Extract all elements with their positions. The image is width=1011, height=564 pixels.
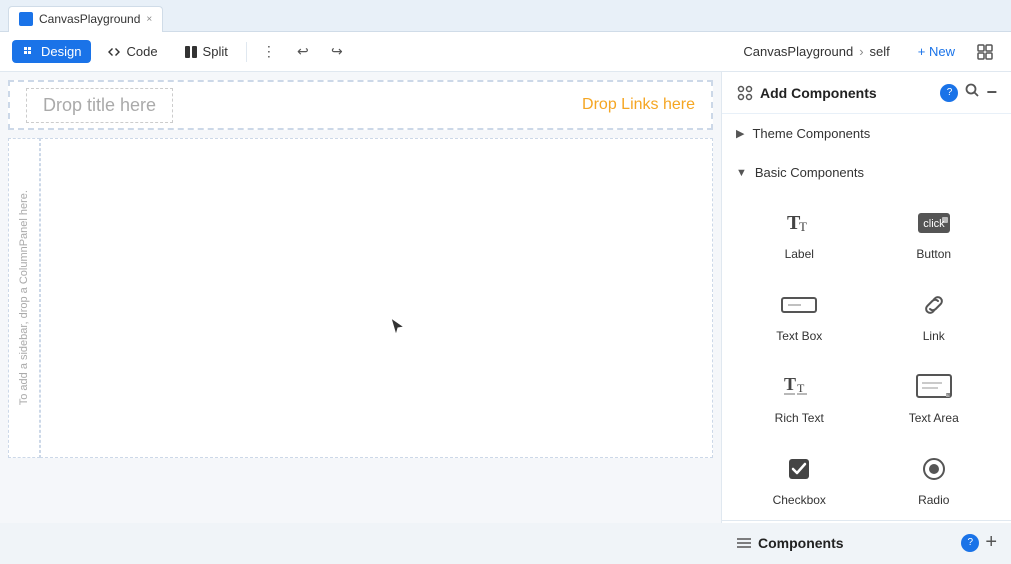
- component-textbox-item[interactable]: Text Box: [732, 274, 867, 356]
- canvas-header: Drop title here Drop Links here: [8, 80, 713, 130]
- design-icon: [22, 45, 36, 59]
- active-tab[interactable]: CanvasPlayground ×: [8, 6, 163, 32]
- textbox-icon: [777, 287, 821, 323]
- component-button-item[interactable]: click Button: [867, 192, 1002, 274]
- design-button[interactable]: Design: [12, 40, 91, 63]
- components-title: Components: [758, 535, 955, 551]
- new-button[interactable]: + New: [908, 40, 965, 63]
- add-components-title: Add Components: [760, 85, 934, 101]
- components-list-icon: [736, 535, 752, 551]
- sidebar-hint-text: To add a sidebar, drop a ColumnPanel her…: [18, 190, 30, 405]
- link-component-label: Link: [923, 329, 945, 343]
- layout-button[interactable]: [971, 38, 999, 66]
- theme-components-toggle[interactable]: ▶ Theme Components: [722, 120, 1011, 147]
- component-label-item[interactable]: T T Label: [732, 192, 867, 274]
- breadcrumb-separator: ›: [859, 44, 863, 59]
- collapse-button[interactable]: −: [986, 82, 997, 103]
- tab-close-button[interactable]: ×: [146, 14, 152, 25]
- component-checkbox-item[interactable]: Checkbox: [732, 438, 867, 520]
- button-component-label: Button: [916, 247, 951, 261]
- cursor-indicator: [390, 317, 406, 337]
- add-components-help[interactable]: ?: [940, 84, 958, 102]
- basic-components-label: Basic Components: [755, 165, 864, 180]
- tab-bar: CanvasPlayground ×: [0, 0, 1011, 32]
- canvas-body: To add a sidebar, drop a ColumnPanel her…: [8, 138, 713, 458]
- redo-button[interactable]: ↪: [323, 38, 351, 66]
- breadcrumb: CanvasPlayground › self: [743, 44, 889, 59]
- new-button-label: + New: [918, 44, 955, 59]
- main-layout: Drop title here Drop Links here To add a…: [0, 72, 1011, 523]
- textarea-component-label: Text Area: [909, 411, 959, 425]
- textbox-component-label: Text Box: [776, 329, 822, 343]
- right-panel: Add Components ? − ▶ Theme Components ▼ …: [721, 72, 1011, 523]
- breadcrumb-page: self: [870, 44, 890, 59]
- canvas-area[interactable]: Drop title here Drop Links here To add a…: [0, 72, 721, 523]
- drop-links-zone[interactable]: Drop Links here: [582, 96, 695, 114]
- theme-components-label: Theme Components: [752, 126, 870, 141]
- drop-title-zone[interactable]: Drop title here: [26, 88, 173, 123]
- component-link-item[interactable]: Link: [867, 274, 1002, 356]
- component-grid: T T Label click Button: [722, 192, 1011, 520]
- split-icon: [184, 45, 198, 59]
- undo-button[interactable]: ↩: [289, 38, 317, 66]
- theme-chevron-right-icon: ▶: [736, 127, 744, 140]
- tab-title: CanvasPlayground: [39, 12, 140, 26]
- tab-favicon: [19, 12, 33, 26]
- components-help[interactable]: ?: [961, 534, 979, 552]
- svg-text:click: click: [923, 218, 945, 230]
- layout-icon: [977, 44, 993, 60]
- svg-text:T: T: [784, 374, 796, 394]
- basic-components-toggle[interactable]: ▼ Basic Components: [722, 159, 1011, 186]
- basic-section: ▼ Basic Components: [722, 153, 1011, 192]
- code-button[interactable]: Code: [97, 40, 167, 63]
- label-component-label: Label: [785, 247, 814, 261]
- canvas-content[interactable]: [40, 138, 713, 458]
- component-radio-item[interactable]: Radio: [867, 438, 1002, 520]
- search-button[interactable]: [964, 82, 980, 103]
- component-richtext-item[interactable]: T T Rich Text: [732, 356, 867, 438]
- radio-icon: [912, 451, 956, 487]
- components-panel-header: Components ? +: [722, 520, 1011, 564]
- split-button[interactable]: Split: [174, 40, 238, 63]
- label-icon: T T: [777, 205, 821, 241]
- checkbox-component-label: Checkbox: [773, 493, 826, 507]
- richtext-component-label: Rich Text: [775, 411, 824, 425]
- components-panel-icon: [736, 84, 754, 102]
- sidebar-hint-panel[interactable]: To add a sidebar, drop a ColumnPanel her…: [8, 138, 40, 458]
- breadcrumb-app: CanvasPlayground: [743, 44, 853, 59]
- radio-component-label: Radio: [918, 493, 949, 507]
- toolbar-divider-1: [246, 42, 247, 62]
- component-textarea-item[interactable]: Text Area: [867, 356, 1002, 438]
- svg-text:T: T: [799, 219, 807, 234]
- add-components-header: Add Components ? −: [722, 72, 1011, 114]
- toolbar: Design Code Split ⋮ ↩ ↪ CanvasPlayground…: [0, 32, 1011, 72]
- theme-section: ▶ Theme Components: [722, 114, 1011, 153]
- richtext-icon: T T: [777, 369, 821, 405]
- checkbox-icon: [777, 451, 821, 487]
- add-component-button[interactable]: +: [985, 531, 997, 554]
- button-icon: click: [912, 205, 956, 241]
- code-icon: [107, 45, 121, 59]
- basic-chevron-down-icon: ▼: [736, 167, 747, 179]
- more-options-button[interactable]: ⋮: [255, 38, 283, 66]
- svg-text:T: T: [797, 381, 805, 395]
- textarea-icon: [912, 369, 956, 405]
- link-icon: [912, 287, 956, 323]
